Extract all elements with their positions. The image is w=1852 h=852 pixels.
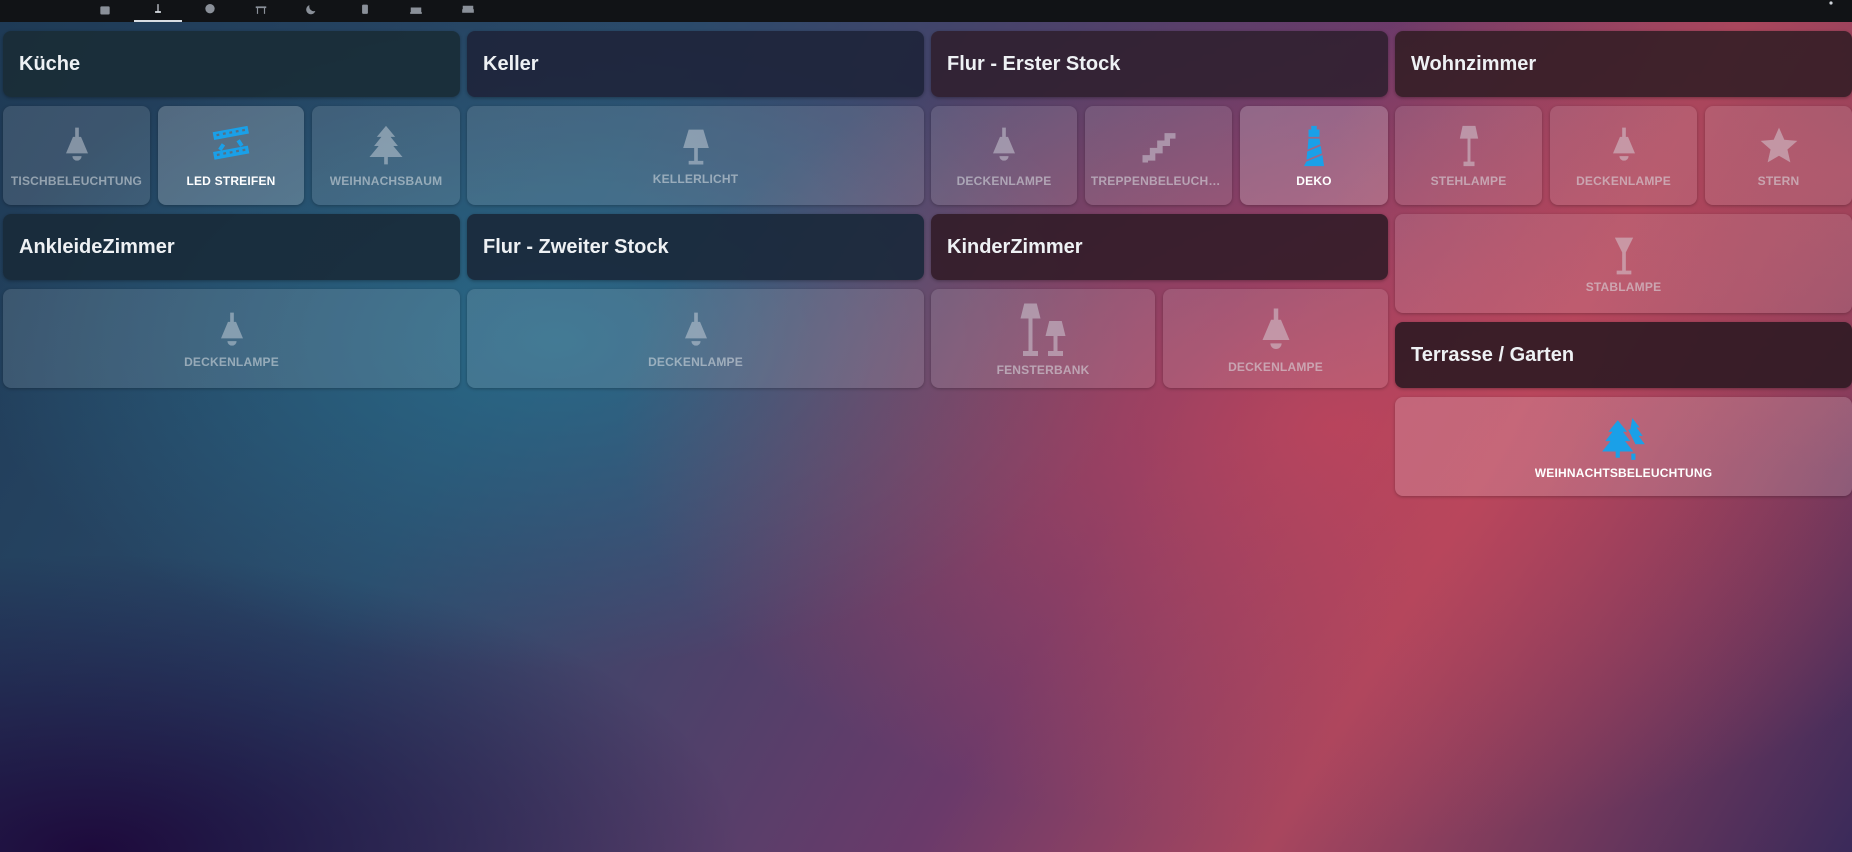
tile-label: KELLERLICHT xyxy=(652,171,739,186)
floor-lamp-icon xyxy=(1447,124,1491,168)
tile-label: DECKENLAMPE xyxy=(1228,359,1323,374)
light-tile-stehlampe[interactable]: STEHLAMPE xyxy=(1395,106,1542,205)
ceiling-lamp-icon xyxy=(1602,124,1646,168)
phone-icon[interactable] xyxy=(352,0,378,22)
room-title: Küche xyxy=(19,52,81,75)
pine-tree-icon xyxy=(364,124,408,168)
table-lamp-icon xyxy=(674,126,718,170)
room-title: KinderZimmer xyxy=(947,235,1083,258)
ceiling-lamp-icon xyxy=(55,124,99,168)
light-tile-deckenlampe[interactable]: DECKENLAMPE xyxy=(931,106,1077,205)
ceiling-lamp-icon xyxy=(210,309,254,353)
star-icon xyxy=(1757,124,1801,168)
moon-icon[interactable] xyxy=(300,0,326,22)
circle-icon[interactable] xyxy=(197,0,223,22)
ceiling-lamp-icon xyxy=(1249,304,1303,358)
light-tile-stablampe[interactable]: STABLAMPE xyxy=(1395,214,1852,313)
light-tile-treppenbeleuchtung[interactable]: TREPPENBELEUCHTU... xyxy=(1085,106,1232,205)
tile-label: TISCHBELEUCHTUNG xyxy=(10,173,143,188)
tile-label: TREPPENBELEUCHTU... xyxy=(1090,173,1227,188)
light-tile-led-streifen[interactable]: LED STREIFEN xyxy=(158,106,304,205)
tile-label: LED STREIFEN xyxy=(186,173,276,188)
light-tile-kellerlicht[interactable]: KELLERLICHT xyxy=(467,106,924,205)
tile-label: WEIHNACHSBAUM xyxy=(329,173,443,188)
bed-icon[interactable] xyxy=(455,0,481,22)
lamp-icon[interactable] xyxy=(134,0,182,22)
tile-label: DECKENLAMPE xyxy=(956,173,1052,188)
light-tile-deckenlampe[interactable]: DECKENLAMPE xyxy=(1550,106,1697,205)
room-header-keller: Keller xyxy=(467,31,924,97)
stairs-icon xyxy=(1137,124,1181,168)
light-tile-tischbeleuchtung[interactable]: TISCHBELEUCHTUNG xyxy=(3,106,150,205)
room-header-flur-erster-stock: Flur - Erster Stock xyxy=(931,31,1388,97)
light-tile-deckenlampe[interactable]: DECKENLAMPE xyxy=(467,289,924,388)
light-tile-deckenlampe[interactable]: DECKENLAMPE xyxy=(1163,289,1388,388)
tile-label: STERN xyxy=(1757,173,1800,188)
room-header-kinderzimmer: KinderZimmer xyxy=(931,214,1388,280)
table-icon[interactable] xyxy=(248,0,274,22)
tile-label: STABLAMPE xyxy=(1585,279,1662,294)
room-title: Flur - Zweiter Stock xyxy=(483,235,669,258)
room-title: Wohnzimmer xyxy=(1411,52,1537,75)
lighthouse-icon xyxy=(1292,124,1336,168)
ceiling-lamp-icon xyxy=(674,309,718,353)
tile-label: STEHLAMPE xyxy=(1430,173,1507,188)
ceiling-lamp-icon xyxy=(982,124,1026,168)
light-tile-deko[interactable]: DEKO xyxy=(1240,106,1388,205)
tile-label: FENSTERBANK xyxy=(996,362,1090,377)
room-header-terrasse-garten: Terrasse / Garten xyxy=(1395,322,1852,388)
room-header-kueche: Küche xyxy=(3,31,460,97)
led-strip-icon xyxy=(209,124,253,168)
room-title: AnkleideZimmer xyxy=(19,235,175,258)
light-tile-stern[interactable]: STERN xyxy=(1705,106,1852,205)
tile-label: DECKENLAMPE xyxy=(1576,173,1671,188)
more-vertical-icon[interactable] xyxy=(1824,0,1838,14)
lamps-icon xyxy=(1013,301,1073,361)
room-header-wohnzimmer: Wohnzimmer xyxy=(1395,31,1852,97)
tile-label: DECKENLAMPE xyxy=(648,354,743,369)
sofa-icon[interactable] xyxy=(403,0,429,22)
tile-label: DEKO xyxy=(1296,173,1332,188)
box-icon[interactable] xyxy=(92,0,118,22)
room-header-ankleidezimmer: AnkleideZimmer xyxy=(3,214,460,280)
room-title: Terrasse / Garten xyxy=(1411,343,1575,366)
light-tile-weihnachsbaum[interactable]: WEIHNACHSBAUM xyxy=(312,106,460,205)
light-tile-weihnachtsbeleuchtung[interactable]: WEIHNACHTSBELEUCHTUNG xyxy=(1395,397,1852,496)
light-tile-deckenlampe[interactable]: DECKENLAMPE xyxy=(3,289,460,388)
room-title: Keller xyxy=(483,52,539,75)
top-toolbar xyxy=(0,0,1852,22)
torch-lamp-icon xyxy=(1602,234,1646,278)
light-tile-fensterbank[interactable]: FENSTERBANK xyxy=(931,289,1155,388)
tile-label: DECKENLAMPE xyxy=(184,354,279,369)
room-title: Flur - Erster Stock xyxy=(947,52,1121,75)
tile-label: WEIHNACHTSBELEUCHTUNG xyxy=(1534,465,1713,480)
room-header-flur-zweiter-stock: Flur - Zweiter Stock xyxy=(467,214,924,280)
pine-trees-icon xyxy=(1599,414,1649,464)
